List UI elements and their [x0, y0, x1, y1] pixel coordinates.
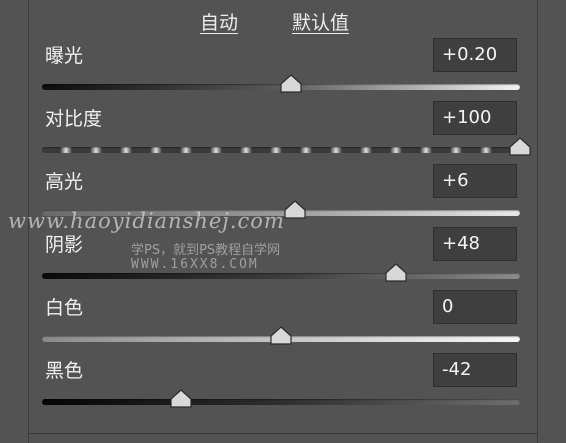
contrast-value-field[interactable]: +100	[433, 101, 517, 135]
highlights-slider-track[interactable]	[42, 210, 520, 216]
shadows-label: 阴影	[45, 234, 84, 256]
whites-value-field[interactable]: 0	[433, 290, 517, 324]
blacks-value-field[interactable]: -42	[433, 353, 517, 387]
defaults-link[interactable]: 默认值	[292, 8, 349, 35]
whites-label: 白色	[45, 297, 84, 319]
blacks-label: 黑色	[45, 360, 84, 382]
auto-link[interactable]: 自动	[200, 8, 238, 35]
shadows-slider-track[interactable]	[42, 273, 520, 279]
shadows-value-field[interactable]: +48	[433, 227, 517, 261]
highlights-label: 高光	[45, 171, 84, 193]
preset-links: 自动 默认值	[0, 4, 566, 34]
contrast-label: 对比度	[45, 108, 103, 130]
exposure-value-field[interactable]: +0.20	[433, 38, 517, 72]
slider-row-highlights: 高光 +6	[0, 164, 566, 227]
panel-bottom-divider	[28, 433, 538, 434]
basic-adjustments-panel: 自动 默认值 曝光 +0.20 对比度 +100 高光 +6 阴影 +48 白色…	[0, 0, 566, 443]
slider-row-exposure: 曝光 +0.20	[0, 38, 566, 101]
highlights-value-field[interactable]: +6	[433, 164, 517, 198]
contrast-slider-track[interactable]	[42, 147, 520, 153]
slider-row-blacks: 黑色 -42	[0, 353, 566, 416]
blacks-slider-track[interactable]	[42, 399, 520, 405]
slider-row-contrast: 对比度 +100	[0, 101, 566, 164]
slider-row-shadows: 阴影 +48	[0, 227, 566, 290]
exposure-label: 曝光	[45, 45, 84, 67]
slider-row-whites: 白色 0	[0, 290, 566, 353]
